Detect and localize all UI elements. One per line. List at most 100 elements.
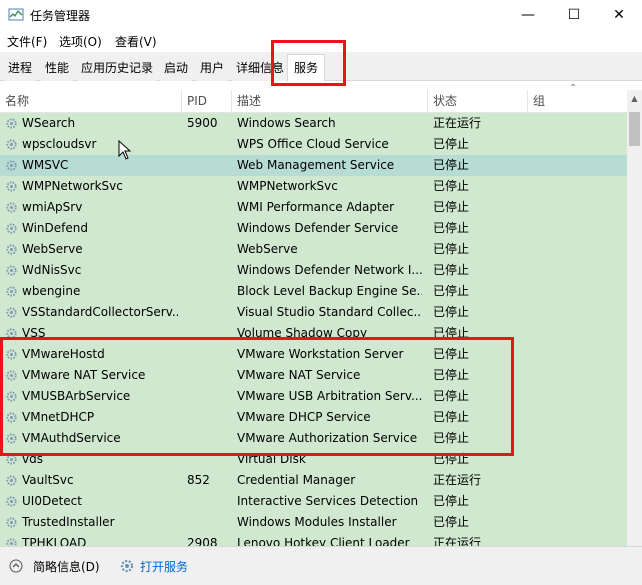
service-name: VaultSvc <box>22 473 74 487</box>
service-name: VMwareHostd <box>22 347 105 361</box>
column-pid[interactable]: PID <box>182 90 232 112</box>
tab-startup[interactable]: 启动 <box>160 56 193 81</box>
service-pid <box>187 218 227 239</box>
table-row[interactable]: WSearch 5900 Windows Search 正在运行 <box>0 113 627 134</box>
service-description: WPS Office Cloud Service <box>237 137 389 151</box>
maximize-icon: ☐ <box>567 7 581 23</box>
close-button[interactable]: ✕ <box>596 0 642 30</box>
service-name: WMSVC <box>22 158 69 172</box>
fewer-details-link[interactable]: 简略信息(D) <box>33 558 100 575</box>
table-row[interactable]: VaultSvc 852 Credential Manager 正在运行 <box>0 470 627 491</box>
scroll-up-icon[interactable]: ▲ <box>627 90 642 107</box>
tab-services[interactable]: 服务 <box>287 54 326 82</box>
service-name: WMPNetworkSvc <box>22 179 123 193</box>
service-pid <box>187 365 227 386</box>
column-status[interactable]: 状态 <box>428 90 528 112</box>
table-row[interactable]: WebServe WebServe 已停止 <box>0 239 627 260</box>
table-row[interactable]: UI0Detect Interactive Services Detection 已… <box>0 491 627 512</box>
table-row[interactable]: TrustedInstaller Windows Modules Installe… <box>0 512 627 533</box>
service-name: vds <box>22 452 43 466</box>
service-gear-icon <box>6 118 17 129</box>
service-gear-icon <box>6 244 17 255</box>
service-gear-icon <box>6 349 17 360</box>
service-name: WSearch <box>22 116 76 130</box>
table-row[interactable]: WMPNetworkSvc WMPNetworkSvc 已停止 <box>0 176 627 197</box>
minimize-button[interactable]: — <box>505 0 551 30</box>
service-status: 已停止 <box>433 137 470 151</box>
service-status: 已停止 <box>433 347 470 361</box>
service-pid: 2908 <box>187 536 218 546</box>
service-status: 已停止 <box>433 368 470 382</box>
table-row[interactable]: WinDefend Windows Defender Service 已停止 <box>0 218 627 239</box>
table-row[interactable]: wmiApSrv WMI Performance Adapter 已停止 <box>0 197 627 218</box>
service-status: 已停止 <box>433 305 470 319</box>
service-description: Windows Defender Network I... <box>237 263 422 277</box>
tab-details[interactable]: 详细信息 <box>232 56 289 81</box>
service-status: 正在运行 <box>433 536 482 546</box>
menu-file[interactable]: 文件(F) <box>7 33 47 50</box>
service-gear-icon <box>6 286 17 297</box>
table-row[interactable]: VMwareHostd VMware Workstation Server 已停止 <box>0 344 627 365</box>
table-row[interactable]: VMnetDHCP VMware DHCP Service 已停止 <box>0 407 627 428</box>
table-row[interactable]: WMSVC Web Management Service 已停止 <box>0 155 627 176</box>
service-status: 已停止 <box>433 242 470 256</box>
task-manager-icon <box>8 8 24 21</box>
service-status: 已停止 <box>433 410 470 424</box>
tab-performance[interactable]: 性能 <box>41 56 74 81</box>
table-row[interactable]: VMware NAT Service VMware NAT Service 已停止 <box>0 365 627 386</box>
column-name[interactable]: 名称 <box>0 90 182 112</box>
service-pid <box>187 386 227 407</box>
service-status: 已停止 <box>433 389 470 403</box>
open-services-link[interactable]: 打开服务 <box>140 558 188 575</box>
service-name: wbengine <box>22 284 81 298</box>
menu-options[interactable]: 选项(O) <box>59 33 102 50</box>
service-status: 正在运行 <box>433 473 482 487</box>
service-gear-icon <box>6 265 17 276</box>
service-name: TPHKLOAD <box>22 536 87 546</box>
service-pid <box>187 281 227 302</box>
service-description: Virtual Disk <box>237 452 306 466</box>
column-group[interactable]: 组 <box>528 90 627 112</box>
collapse-chevron-icon[interactable] <box>9 559 23 573</box>
service-status: 已停止 <box>433 515 470 529</box>
tab-app-history[interactable]: 应用历史记录 <box>77 56 158 81</box>
service-description: VMware Authorization Service <box>237 431 418 445</box>
table-row[interactable]: TPHKLOAD 2908 Lenovo Hotkey Client Loader 正… <box>0 533 627 546</box>
table-row[interactable]: VMUSBArbService VMware USB Arbitration Se… <box>0 386 627 407</box>
service-pid <box>187 491 227 512</box>
service-status: 已停止 <box>433 158 470 172</box>
tab-processes[interactable]: 进程 <box>4 56 37 81</box>
service-description: Windows Modules Installer <box>237 515 397 529</box>
table-row[interactable]: wbengine Block Level Backup Engine Se... 已… <box>0 281 627 302</box>
service-name: WdNisSvc <box>22 263 82 277</box>
table-row[interactable]: vds Virtual Disk 已停止 <box>0 449 627 470</box>
service-status: 已停止 <box>433 284 470 298</box>
service-name: VMAuthdService <box>22 431 121 445</box>
table-row[interactable]: VSStandardCollectorServ... Visual Studio … <box>0 302 627 323</box>
service-gear-icon <box>6 412 17 423</box>
table-row[interactable]: WdNisSvc Windows Defender Network I... 已停止 <box>0 260 627 281</box>
service-pid <box>187 344 227 365</box>
footer: 简略信息(D) 打开服务 <box>0 546 642 585</box>
service-description: VMware Workstation Server <box>237 347 404 361</box>
minimize-icon: — <box>521 7 535 23</box>
service-gear-icon <box>6 538 17 546</box>
menu-bar: 文件(F) 选项(O) 查看(V) <box>0 30 642 52</box>
service-status: 已停止 <box>433 326 470 340</box>
table-row[interactable]: wpscloudsvr WPS Office Cloud Service 已停止 <box>0 134 627 155</box>
service-description: Lenovo Hotkey Client Loader <box>237 536 410 546</box>
service-status: 已停止 <box>433 179 470 193</box>
service-pid <box>187 134 227 155</box>
maximize-button[interactable]: ☐ <box>551 0 597 30</box>
service-pid: 5900 <box>187 116 218 130</box>
service-status: 已停止 <box>433 221 470 235</box>
menu-view[interactable]: 查看(V) <box>115 33 157 50</box>
vertical-scrollbar[interactable]: ▲ <box>627 90 642 546</box>
service-gear-icon <box>6 160 17 171</box>
tab-users[interactable]: 用户 <box>196 56 229 81</box>
service-description: Web Management Service <box>237 158 395 172</box>
table-row[interactable]: VSS Volume Shadow Copy 已停止 <box>0 323 627 344</box>
table-row[interactable]: VMAuthdService VMware Authorization Servi… <box>0 428 627 449</box>
scrollbar-thumb[interactable] <box>629 112 640 146</box>
column-description[interactable]: 描述 <box>232 90 428 112</box>
